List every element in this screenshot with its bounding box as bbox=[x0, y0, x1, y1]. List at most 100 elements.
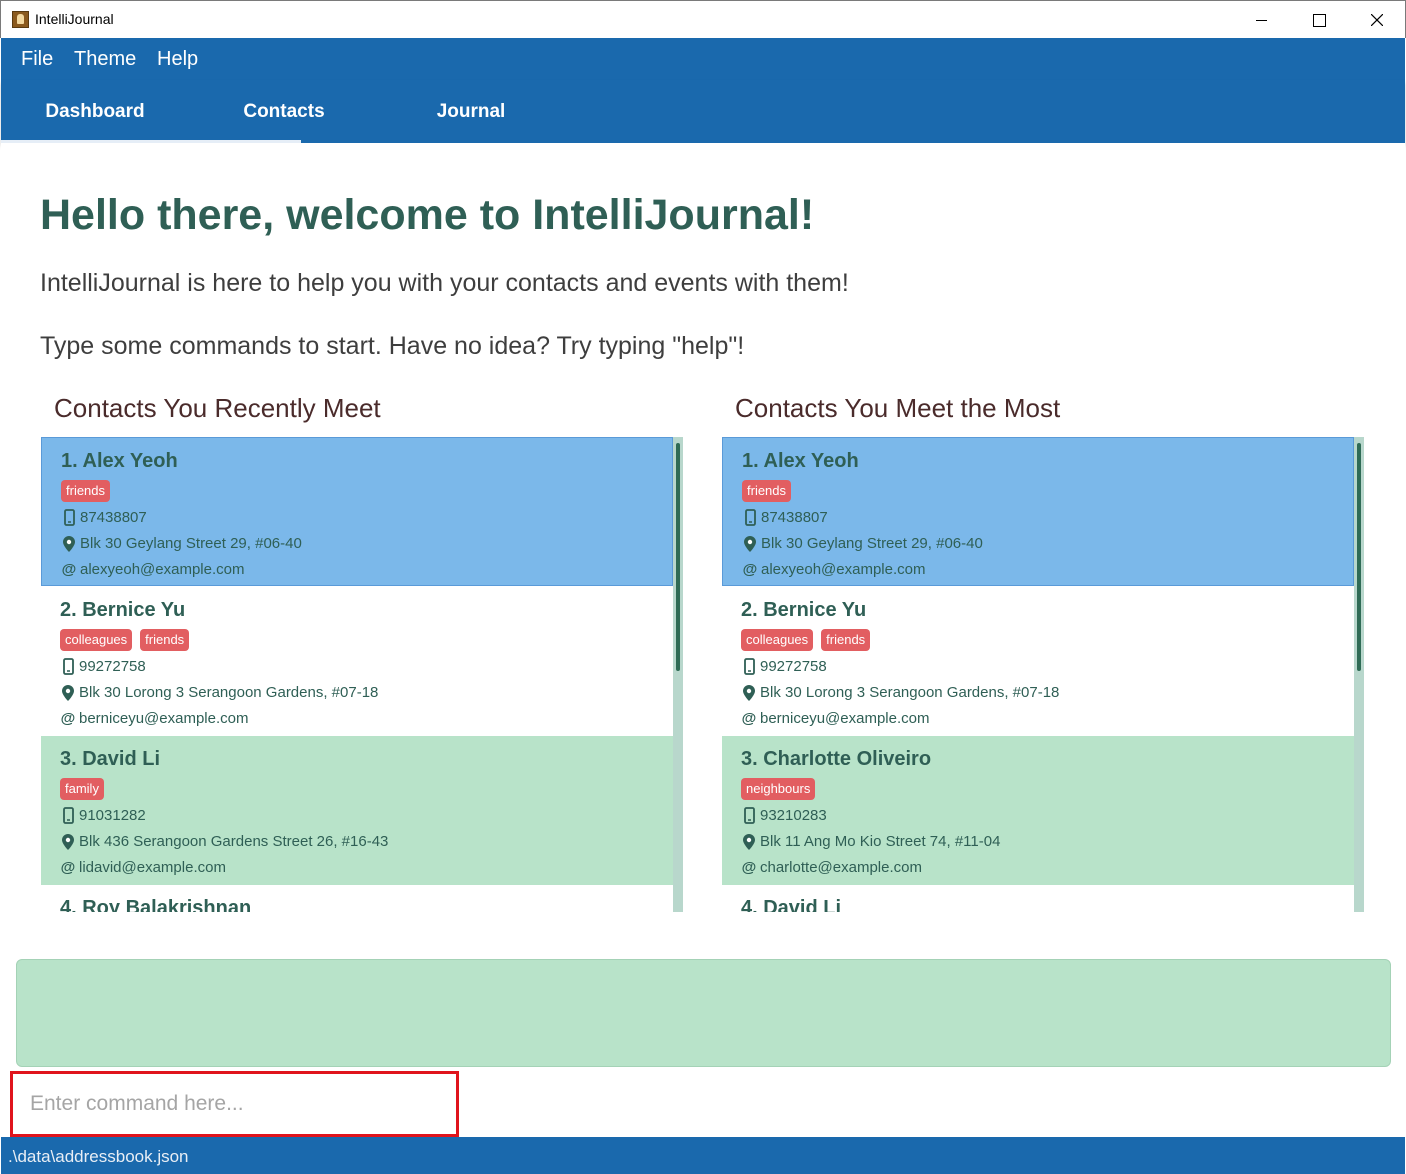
contact-name: 3. David Li bbox=[60, 748, 161, 770]
address-row: Blk 30 Geylang Street 29, #06-40 bbox=[742, 535, 983, 552]
maximize-button[interactable] bbox=[1290, 1, 1348, 39]
email-row: @ berniceyu@example.com bbox=[741, 710, 930, 727]
email-at-icon: @ bbox=[741, 710, 757, 727]
tag: friends bbox=[742, 480, 792, 502]
address-row: Blk 30 Geylang Street 29, #06-40 bbox=[61, 535, 302, 552]
tab-contacts-label: Contacts bbox=[243, 101, 325, 122]
list-item[interactable]: 4. Roy Balakrishnan bbox=[41, 885, 673, 912]
tag-group: colleagues friends bbox=[741, 629, 871, 651]
most-contacts-list[interactable]: 1. Alex Yeoh friends 87438807 Blk 30 Gey… bbox=[722, 437, 1364, 912]
phone-row: 93210283 bbox=[741, 807, 827, 824]
app-icon bbox=[12, 11, 29, 28]
menu-bar: File Theme Help bbox=[1, 38, 1405, 80]
menu-theme[interactable]: Theme bbox=[74, 48, 136, 71]
list-item[interactable]: 4. David Li bbox=[722, 885, 1354, 912]
dashboard-panel: Hello there, welcome to IntelliJournal! … bbox=[1, 143, 1405, 953]
menu-help[interactable]: Help bbox=[157, 48, 198, 71]
phone-icon bbox=[741, 807, 757, 824]
phone-text: 99272758 bbox=[79, 658, 146, 675]
welcome-line-1: IntelliJournal is here to help you with … bbox=[40, 269, 849, 297]
list-item[interactable]: 2. Bernice Yu colleagues friends 9927275… bbox=[41, 587, 673, 736]
address-text: Blk 11 Ang Mo Kio Street 74, #11-04 bbox=[760, 833, 1001, 850]
email-row: @ berniceyu@example.com bbox=[60, 710, 249, 727]
window-title: IntelliJournal bbox=[35, 11, 114, 27]
welcome-line-2: Type some commands to start. Have no ide… bbox=[40, 332, 745, 360]
location-pin-icon bbox=[61, 535, 77, 552]
contact-name: 2. Bernice Yu bbox=[741, 599, 867, 621]
email-text: alexyeoh@example.com bbox=[80, 561, 245, 578]
tag: colleagues bbox=[60, 629, 133, 651]
phone-row: 87438807 bbox=[742, 509, 828, 526]
tag: friends bbox=[61, 480, 111, 502]
data-file-path: .\data\addressbook.json bbox=[8, 1147, 189, 1166]
address-text: Blk 30 Lorong 3 Serangoon Gardens, #07-1… bbox=[760, 684, 1060, 701]
recent-list-scrollbar[interactable] bbox=[673, 437, 683, 912]
address-row: Blk 30 Lorong 3 Serangoon Gardens, #07-1… bbox=[60, 684, 378, 701]
tag-group: colleagues friends bbox=[60, 629, 190, 651]
result-display bbox=[16, 959, 1391, 1067]
tab-contacts[interactable]: Contacts bbox=[201, 80, 367, 143]
most-list-scrollbar[interactable] bbox=[1354, 437, 1364, 912]
minimize-button[interactable] bbox=[1232, 1, 1290, 39]
tag-group: friends bbox=[742, 480, 792, 502]
phone-icon bbox=[60, 658, 76, 675]
scroll-thumb[interactable] bbox=[676, 443, 680, 671]
list-item[interactable]: 1. Alex Yeoh friends 87438807 Blk 30 Gey… bbox=[41, 437, 673, 586]
close-icon bbox=[1371, 14, 1383, 26]
phone-row: 99272758 bbox=[60, 658, 146, 675]
tag: neighbours bbox=[741, 778, 816, 800]
phone-text: 99272758 bbox=[760, 658, 827, 675]
menu-file[interactable]: File bbox=[21, 48, 53, 71]
tag: friends bbox=[140, 629, 190, 651]
email-text: charlotte@example.com bbox=[760, 859, 922, 876]
tag-group: neighbours bbox=[741, 778, 816, 800]
address-text: Blk 30 Lorong 3 Serangoon Gardens, #07-1… bbox=[79, 684, 379, 701]
contact-name: 3. Charlotte Oliveiro bbox=[741, 748, 932, 770]
address-row: Blk 436 Serangoon Gardens Street 26, #16… bbox=[60, 833, 388, 850]
contact-name: 2. Bernice Yu bbox=[60, 599, 186, 621]
recent-contacts-title: Contacts You Recently Meet bbox=[54, 393, 381, 423]
tab-journal-label: Journal bbox=[436, 101, 506, 122]
list-item[interactable]: 3. Charlotte Oliveiro neighbours 9321028… bbox=[722, 736, 1354, 885]
phone-row: 87438807 bbox=[61, 509, 147, 526]
phone-icon bbox=[60, 807, 76, 824]
list-item[interactable]: 2. Bernice Yu colleagues friends 9927275… bbox=[722, 587, 1354, 736]
email-text: berniceyu@example.com bbox=[79, 710, 249, 727]
phone-text: 87438807 bbox=[761, 509, 828, 526]
email-row: @ alexyeoh@example.com bbox=[61, 561, 245, 578]
email-text: lidavid@example.com bbox=[79, 859, 226, 876]
location-pin-icon bbox=[741, 833, 757, 850]
close-button[interactable] bbox=[1348, 1, 1406, 39]
email-at-icon: @ bbox=[742, 561, 758, 578]
tag-group: friends bbox=[61, 480, 111, 502]
tag: family bbox=[60, 778, 104, 800]
tag-group: family bbox=[60, 778, 104, 800]
address-text: Blk 30 Geylang Street 29, #06-40 bbox=[761, 535, 983, 552]
email-text: berniceyu@example.com bbox=[760, 710, 930, 727]
welcome-title: Hello there, welcome to IntelliJournal! bbox=[40, 191, 815, 239]
email-row: @ charlotte@example.com bbox=[741, 859, 922, 876]
phone-icon bbox=[741, 658, 757, 675]
email-at-icon: @ bbox=[60, 859, 76, 876]
phone-icon bbox=[61, 509, 77, 526]
status-bar: .\data\addressbook.json bbox=[1, 1137, 1405, 1174]
command-box bbox=[10, 1071, 459, 1137]
command-input[interactable] bbox=[18, 1079, 448, 1129]
email-row: @ lidavid@example.com bbox=[60, 859, 226, 876]
scroll-thumb[interactable] bbox=[1357, 443, 1361, 671]
most-contacts-title: Contacts You Meet the Most bbox=[735, 393, 1061, 423]
contact-name: 1. Alex Yeoh bbox=[742, 450, 859, 472]
tab-journal[interactable]: Journal bbox=[401, 80, 541, 143]
list-item[interactable]: 1. Alex Yeoh friends 87438807 Blk 30 Gey… bbox=[722, 437, 1354, 586]
location-pin-icon bbox=[742, 535, 758, 552]
list-item[interactable]: 3. David Li family 91031282 Blk 436 Sera… bbox=[41, 736, 673, 885]
tag: colleagues bbox=[741, 629, 814, 651]
recent-contacts-list[interactable]: 1. Alex Yeoh friends 87438807 Blk 30 Gey… bbox=[41, 437, 683, 912]
location-pin-icon bbox=[741, 684, 757, 701]
tag: friends bbox=[821, 629, 871, 651]
title-bar: IntelliJournal bbox=[0, 0, 1406, 38]
address-text: Blk 30 Geylang Street 29, #06-40 bbox=[80, 535, 302, 552]
phone-row: 99272758 bbox=[741, 658, 827, 675]
address-row: Blk 11 Ang Mo Kio Street 74, #11-04 bbox=[741, 833, 1000, 850]
phone-text: 93210283 bbox=[760, 807, 827, 824]
